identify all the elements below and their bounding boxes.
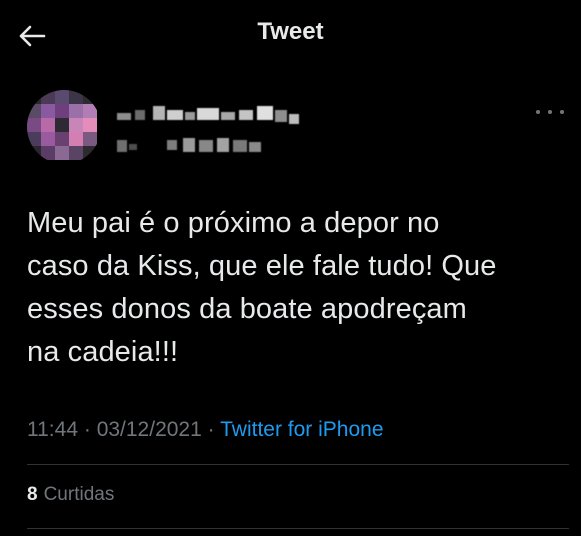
divider	[27, 528, 569, 529]
likes-stat[interactable]: 8 Curtidas	[27, 484, 114, 506]
tweet-date[interactable]: 03/12/2021	[97, 418, 202, 441]
tweet-source-link[interactable]: Twitter for iPhone	[220, 418, 383, 441]
more-options-button[interactable]	[536, 104, 564, 120]
likes-label: Curtidas	[43, 484, 115, 505]
page-title: Tweet	[257, 18, 324, 45]
top-bar: Tweet	[0, 0, 581, 70]
tweet-text: Meu pai é o próximo a depor no caso da K…	[27, 207, 497, 368]
meta-separator: ·	[207, 418, 215, 441]
meta-separator: ·	[83, 418, 91, 441]
more-options-icon-dot	[560, 110, 564, 114]
tweet-metadata: 11:44 · 03/12/2021 · Twitter for iPhone	[27, 418, 384, 442]
more-options-icon-dot	[548, 110, 552, 114]
tweet-time[interactable]: 11:44	[27, 418, 78, 441]
author-name-redacted[interactable]	[117, 104, 302, 126]
author-handle-redacted	[117, 136, 267, 154]
more-options-icon	[536, 110, 540, 114]
avatar[interactable]	[27, 90, 101, 164]
likes-count: 8	[27, 484, 38, 505]
divider	[27, 464, 569, 465]
